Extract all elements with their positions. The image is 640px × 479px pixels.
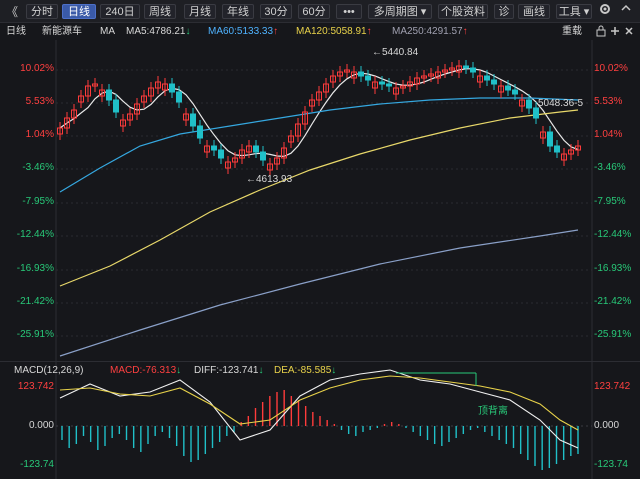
candle-body [386, 83, 392, 87]
price-tick-label: -7.95% [594, 196, 626, 207]
price-tick-label: -25.91% [594, 329, 632, 340]
ma5-line [59, 68, 579, 158]
macd-axis-bot-right: -123.74 [594, 459, 628, 470]
candle-body [106, 89, 112, 101]
price-tick-label: -16.93% [16, 263, 54, 274]
candle-body [505, 85, 511, 91]
candle-body [547, 131, 553, 147]
price-tick-label: 5.53% [594, 96, 623, 107]
candle-body [176, 91, 182, 103]
high-marker: ←5440.84 [372, 47, 419, 58]
macd-axis-top-left: 123.742 [17, 381, 54, 392]
diff-value: DIFF:-123.741↓ [194, 365, 264, 376]
candle-body [169, 83, 175, 93]
last-price-marker: 5048.36-5 [538, 98, 584, 109]
price-tick-label: -25.91% [16, 329, 54, 340]
candle-body [379, 81, 385, 85]
price-tick-label: -3.46% [594, 162, 626, 173]
candle-body [211, 145, 217, 151]
ma60-line [59, 97, 579, 193]
price-tick-label: 1.04% [25, 129, 54, 140]
divergence-label: 顶背离 [478, 406, 508, 417]
macd-title: MACD(12,26,9) [14, 365, 84, 376]
candle-body [526, 99, 532, 109]
candle-body [554, 145, 560, 153]
macd-axis-mid-right: 0.000 [594, 420, 620, 431]
candle-body [491, 79, 497, 85]
price-tick-label: 10.02% [20, 63, 54, 74]
candle-body [484, 75, 490, 81]
low-marker: ←4613.93 [246, 174, 293, 185]
ma250-line [59, 229, 579, 357]
macd-axis-bot-left: -123.74 [20, 459, 54, 470]
candle-body [533, 107, 539, 119]
price-tick-label: -21.42% [594, 296, 632, 307]
candle-body [253, 145, 259, 153]
candle-body [463, 65, 469, 69]
macd-axis-top-right: 123.742 [594, 381, 631, 392]
candle-body [113, 99, 119, 113]
candle-body [218, 149, 224, 159]
macd-value: MACD:-76.313↓ [110, 365, 182, 376]
dea-value: DEA:-85.585↓ [274, 365, 337, 376]
price-tick-label: -3.46% [22, 162, 54, 173]
macd-info-bar: MACD(12,26,9) MACD:-76.313↓ DIFF:-123.74… [0, 361, 640, 380]
candle-body [365, 75, 371, 81]
candle-body [512, 89, 518, 95]
price-tick-label: 5.53% [25, 96, 54, 107]
candle-body [197, 125, 203, 139]
candle-body [260, 151, 266, 161]
price-tick-label: -12.44% [16, 229, 54, 240]
price-tick-label: -21.42% [16, 296, 54, 307]
price-tick-label: 1.04% [594, 129, 623, 140]
price-tick-label: -7.95% [22, 196, 54, 207]
candle-body [470, 67, 476, 73]
kline-chart[interactable] [0, 0, 640, 479]
candle-body [358, 71, 364, 77]
price-tick-label: -16.93% [594, 263, 632, 274]
macd-axis-mid-left: 0.000 [28, 420, 54, 431]
price-tick-label: 10.02% [594, 63, 628, 74]
price-tick-label: -12.44% [594, 229, 632, 240]
candle-body [190, 113, 196, 127]
